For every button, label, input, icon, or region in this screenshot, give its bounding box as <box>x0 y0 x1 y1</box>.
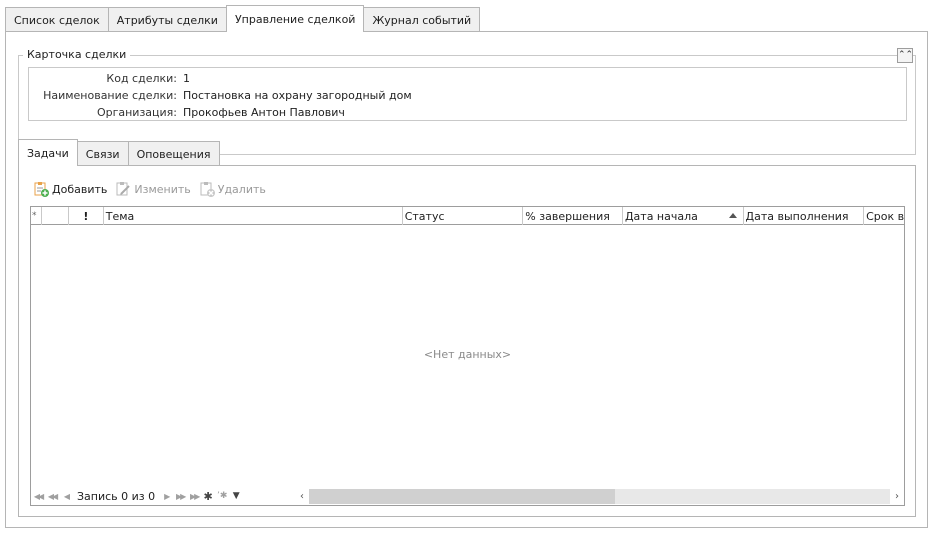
previous-record-icon[interactable]: ◀ <box>59 489 73 503</box>
column-header-priority[interactable]: ! <box>69 207 104 225</box>
field-value: 1 <box>183 71 190 85</box>
tab-deal-list[interactable]: Список сделок <box>5 7 109 32</box>
collapse-button[interactable]: ⌃⌃ <box>897 48 913 63</box>
delete-task-icon <box>199 181 215 197</box>
tab-event-log[interactable]: Журнал событий <box>363 7 481 32</box>
add-task-icon <box>33 181 49 197</box>
deal-card-title: Карточка сделки <box>23 48 131 61</box>
add-button[interactable]: Добавить <box>33 181 107 197</box>
grid-navigator: ◀◀ ◀◀ ◀ Запись 0 из 0 ▶ ▶▶ ▶▶ ✱ ’✱ ▼ ‹ › <box>31 487 904 505</box>
last-page-icon[interactable]: ▶▶ <box>187 489 201 503</box>
add-button-label: Добавить <box>52 182 108 196</box>
column-header-start-date[interactable]: Дата начала <box>623 207 744 225</box>
delete-button[interactable]: Удалить <box>199 181 266 197</box>
inner-tabstrip: Задачи Связи Оповещения <box>18 139 220 166</box>
column-header-new-row[interactable]: * <box>31 207 42 225</box>
horizontal-scrollbar[interactable]: ‹ › <box>295 489 904 504</box>
deal-management-panel: Карточка сделки ⌃⌃ Код сделки: 1 Наимено… <box>5 31 928 528</box>
column-header-percent-complete[interactable]: % завершения <box>523 207 623 225</box>
tasks-grid: * ! Тема Статус % завершения Дата начала… <box>30 206 905 506</box>
column-label: Дата начала <box>624 209 698 223</box>
tab-notifications[interactable]: Оповещения <box>127 141 220 166</box>
field-label: Организация: <box>96 105 177 119</box>
column-label: Дата выполнения <box>745 209 849 223</box>
column-header-status[interactable]: Статус <box>403 207 524 225</box>
filter-icon[interactable]: ▼ <box>229 489 243 503</box>
field-label: Наименование сделки: <box>43 88 177 102</box>
scrollbar-thumb[interactable] <box>309 489 615 504</box>
edit-button[interactable]: Изменить <box>115 181 191 197</box>
field-organization: Организация: Прокофьев Антон Павлович <box>29 104 906 120</box>
column-label: Статус <box>404 209 445 223</box>
tab-label: Управление сделкой <box>234 12 356 26</box>
next-record-icon[interactable]: ▶ <box>159 489 173 503</box>
column-header-due-date[interactable]: Дата выполнения <box>744 207 865 225</box>
tab-tasks[interactable]: Задачи <box>18 139 78 166</box>
sort-ascending-icon <box>728 213 737 218</box>
record-counter: Запись 0 из 0 <box>77 489 156 503</box>
tab-deal-management[interactable]: Управление сделкой <box>225 5 365 32</box>
chevron-double-up-icon: ⌃⌃ <box>898 50 914 60</box>
tab-label: Список сделок <box>14 13 100 27</box>
delete-button-label: Удалить <box>217 182 266 196</box>
empty-grid-text: <Нет данных> <box>423 348 512 361</box>
column-header-type[interactable] <box>42 207 69 225</box>
scroll-right-icon[interactable]: › <box>890 489 904 504</box>
tab-label: Атрибуты сделки <box>116 13 218 27</box>
tab-links[interactable]: Связи <box>76 141 129 166</box>
column-header-deadline[interactable]: Срок в <box>864 207 904 225</box>
column-label: * <box>32 211 37 221</box>
field-value: Прокофьев Антон Павлович <box>183 105 345 119</box>
field-deal-code: Код сделки: 1 <box>29 70 906 86</box>
top-tabstrip: Список сделок Атрибуты сделки Управление… <box>5 5 481 32</box>
tab-label: Связи <box>85 147 120 161</box>
column-header-subject[interactable]: Тема <box>104 207 403 225</box>
edit-record-icon[interactable]: ’✱ <box>215 489 229 503</box>
tasks-toolbar: Добавить Изменить Удалить <box>33 180 274 198</box>
field-value: Постановка на охрану загородный дом <box>183 88 412 102</box>
previous-page-icon[interactable]: ◀◀ <box>45 489 59 503</box>
next-page-icon[interactable]: ▶▶ <box>173 489 187 503</box>
tab-deal-attributes[interactable]: Атрибуты сделки <box>107 7 227 32</box>
column-label: Срок в <box>866 209 904 223</box>
tab-label: Оповещения <box>136 147 211 161</box>
tab-label: Задачи <box>27 146 69 160</box>
scroll-left-icon[interactable]: ‹ <box>295 489 309 504</box>
column-label: % завершения <box>525 209 610 223</box>
deal-card-fields: Код сделки: 1 Наименование сделки: Поста… <box>28 67 907 121</box>
tab-label: Журнал событий <box>372 13 472 27</box>
edit-task-icon <box>115 181 131 197</box>
column-label: Тема <box>105 209 135 223</box>
grid-header: * ! Тема Статус % завершения Дата начала… <box>31 207 904 225</box>
field-label: Код сделки: <box>106 71 177 85</box>
edit-button-label: Изменить <box>134 182 191 196</box>
tasks-panel: Добавить Изменить Удалить * ! Тема Стату… <box>18 165 916 517</box>
field-deal-name: Наименование сделки: Постановка на охран… <box>29 87 906 103</box>
append-record-icon[interactable]: ✱ <box>201 489 215 503</box>
column-label: ! <box>83 209 89 223</box>
first-page-icon[interactable]: ◀◀ <box>31 489 45 503</box>
